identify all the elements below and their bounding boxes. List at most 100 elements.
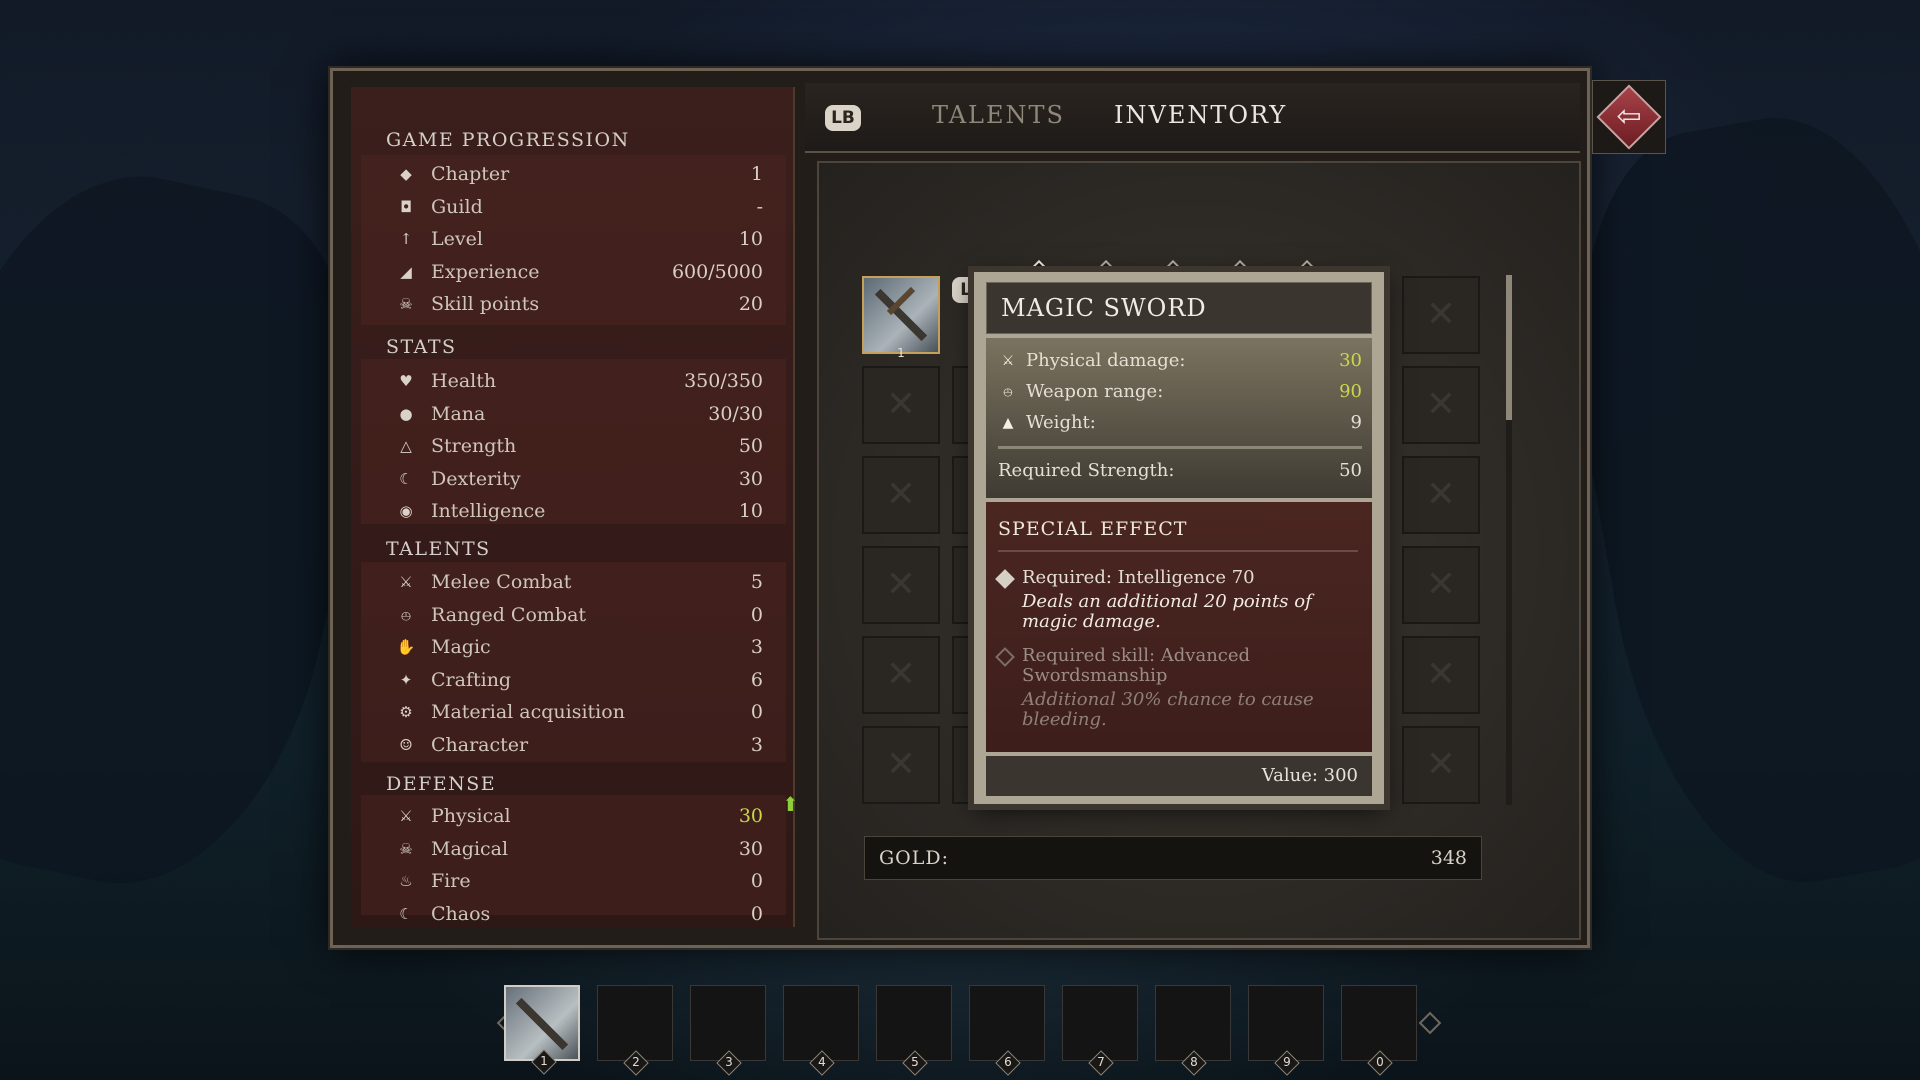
hotbar-slot-2[interactable]: 2 (597, 985, 673, 1076)
experience-icon: ◢ (400, 262, 412, 281)
stat-label: Magic (431, 636, 491, 658)
tab-talents[interactable]: TALENTS (932, 101, 1065, 129)
back-button[interactable]: ⇦ (1592, 80, 1666, 154)
hotbar-key-label: 7 (1097, 1055, 1105, 1069)
stat-row-strength: △ Strength 50 (395, 432, 763, 460)
inventory-slot-empty[interactable]: ✕ (862, 456, 940, 534)
stat-row-physical: ⚔ Physical 30 (395, 802, 763, 830)
stat-value: 30 (738, 467, 763, 490)
stat-value: 10 (738, 500, 763, 522)
stat-label: Magical (431, 837, 509, 860)
stat-label: Health (431, 370, 497, 392)
sparkle-icon: ✦ (399, 670, 413, 689)
hotbar-key-label: 9 (1283, 1055, 1291, 1069)
inventory-slot-empty[interactable]: ✕ (862, 726, 940, 804)
stat-row-mana: ● Mana 30/30 (395, 400, 763, 428)
stat-row-material-acquisition: ⚙ Material acquisition 0 (395, 698, 763, 726)
stat-label: Experience (431, 260, 540, 283)
stat-row-crafting: ✦ Crafting 6 (395, 666, 763, 694)
stat-value: 1 (750, 163, 763, 185)
inventory-slot-empty[interactable]: ✕ (1402, 366, 1480, 444)
gold-label: GOLD: (879, 847, 950, 869)
hotbar-key-label: 3 (725, 1055, 733, 1069)
hotbar-slot-6[interactable]: 6 (969, 985, 1045, 1076)
stat-value: 10 (738, 228, 763, 250)
hotbar-slot-1[interactable]: 1 (504, 985, 580, 1075)
inventory-slot-empty[interactable]: ✕ (1402, 726, 1480, 804)
stat-label: Crafting (431, 668, 512, 691)
hotbar-key-label: 0 (1376, 1055, 1384, 1069)
stat-row-weapon-range: ⦺ Weapon range: 90 (998, 381, 1362, 402)
stat-row-magical: ☠ Magical 30 (395, 835, 763, 863)
inventory-slot-empty[interactable]: ✕ (862, 366, 940, 444)
lb-bumper-button[interactable]: LB (825, 105, 861, 131)
inventory-slot-empty[interactable]: ✕ (862, 636, 940, 714)
hotbar: 1 2 3 4 5 6 7 8 9 0 (496, 982, 1442, 1076)
hotbar-key-label: 8 (1190, 1055, 1198, 1069)
stat-value: 90 (1339, 381, 1362, 402)
flame-icon: ♨ (399, 872, 413, 890)
item-count: 1 (897, 346, 905, 360)
inventory-scroll-thumb[interactable] (1506, 275, 1512, 420)
stat-label: Strength (431, 435, 517, 457)
inventory-slot-empty[interactable]: ✕ (1402, 456, 1480, 534)
inventory-slot-empty[interactable]: ✕ (1402, 276, 1480, 354)
stat-row-dexterity: ☾ Dexterity 30 (395, 465, 763, 493)
fire-hand-icon: ✋ (396, 638, 416, 656)
gear-icon: ⚙ (399, 703, 413, 721)
stat-row-health: ♥ Health 350/350 (395, 367, 763, 395)
stat-label: Skill points (431, 293, 540, 315)
inventory-slot-empty[interactable]: ✕ (1402, 546, 1480, 624)
skull-icon: ☠ (399, 295, 413, 313)
stat-label: Weapon range: (1026, 381, 1164, 402)
stat-value: 600/5000 (671, 260, 763, 283)
effect-description: Additional 30% chance to cause bleeding. (1022, 689, 1314, 730)
stat-value: 0 (750, 701, 763, 723)
section-title-defense: DEFENSE (386, 773, 497, 795)
stat-row-experience: ◢ Experience 600/5000 (395, 258, 763, 286)
empty-slot-icon: ✕ (885, 744, 917, 785)
stat-label: Melee Combat (431, 571, 572, 593)
effect-swordsmanship: Required skill: Advanced Swordsmanship A… (995, 646, 1364, 730)
gold-value: 348 (1430, 847, 1467, 869)
tab-inventory[interactable]: INVENTORY (1114, 101, 1287, 129)
hotbar-key-label: 2 (632, 1055, 640, 1069)
inventory-slot-magic-sword[interactable]: 1 (862, 276, 940, 360)
item-value: Value: 300 (986, 756, 1372, 796)
diamond-icon: ◆ (400, 165, 412, 183)
hotbar-key-label: 1 (540, 1054, 548, 1068)
stat-value: 0 (750, 603, 763, 626)
sword-icon: ⚔ (1001, 352, 1015, 369)
stat-row-physical-damage: ⚔ Physical damage: 30 (998, 350, 1362, 371)
tab-bar: LB TALENTS INVENTORY (805, 83, 1580, 153)
hotbar-slot-4[interactable]: 4 (783, 985, 859, 1076)
effect-requirement: Required: Intelligence 70 (1022, 567, 1255, 588)
drop-icon: ● (399, 404, 413, 423)
hotbar-slot-9[interactable]: 9 (1248, 985, 1324, 1076)
empty-slot-icon: ✕ (1425, 564, 1457, 605)
heart-icon: ♥ (399, 372, 413, 390)
stat-label: Mana (431, 402, 486, 425)
section-title-stats: STATS (386, 336, 457, 358)
stat-label: Dexterity (431, 467, 521, 490)
required-strength-value: 50 (1339, 460, 1362, 481)
bow-icon: ⦺ (401, 605, 411, 624)
hotbar-slot-7[interactable]: 7 (1062, 985, 1138, 1076)
hotbar-slot-3[interactable]: 3 (690, 985, 766, 1076)
hotbar-slot-5[interactable]: 5 (876, 985, 952, 1076)
item-name: MAGIC SWORD (986, 282, 1372, 334)
empty-slot-icon: ✕ (1425, 474, 1457, 515)
level-arrow-icon: ↑ (399, 230, 413, 248)
item-stats: ⚔ Physical damage: 30 ⦺ Weapon range: 90… (986, 338, 1372, 498)
hotbar-slot-8[interactable]: 8 (1155, 985, 1231, 1076)
empty-slot-icon: ✕ (1425, 654, 1457, 695)
eye-icon: ◉ (399, 502, 413, 520)
inventory-slot-empty[interactable]: ✕ (862, 546, 940, 624)
stat-label: Level (431, 228, 483, 250)
stat-row-skill-points: ☠ Skill points 20 (395, 290, 763, 318)
stat-value: 0 (750, 870, 763, 892)
hotbar-slot-0[interactable]: 0 (1341, 985, 1417, 1076)
empty-slot-icon: ✕ (885, 474, 917, 515)
inventory-slot-empty[interactable]: ✕ (1402, 636, 1480, 714)
gold-bar: GOLD: 348 (864, 836, 1482, 880)
